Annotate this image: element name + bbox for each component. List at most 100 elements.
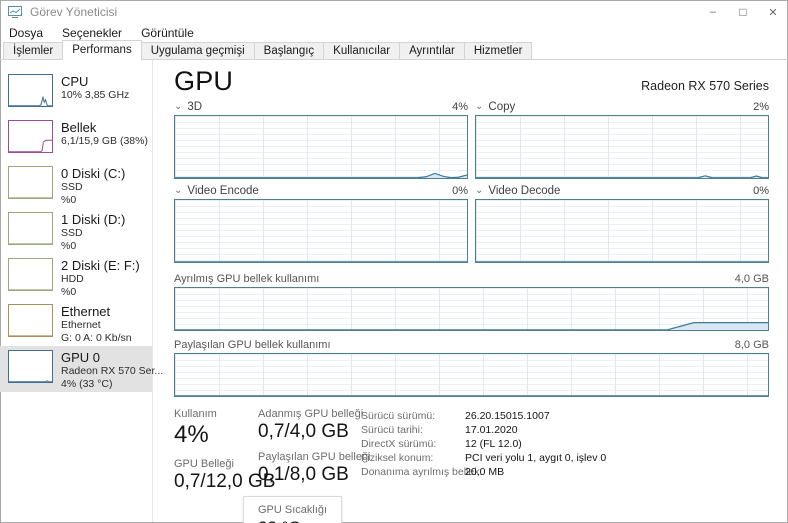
tab-ayrintilar[interactable]: Ayrıntılar: [399, 42, 465, 59]
ethernet-thumbnail: [8, 304, 53, 337]
sidebar-item-disk1[interactable]: 1 Diski (D:) SSD %0: [0, 208, 152, 254]
chart-copy-graph: [475, 115, 769, 179]
gpu-sparkline: [9, 381, 52, 382]
disk2-thumbnail: [8, 258, 53, 291]
cpu-thumbnail: [8, 74, 53, 107]
disk2-label: 2 Diski (E: F:): [61, 258, 140, 273]
minimize-icon[interactable]: –: [698, 0, 728, 24]
chevron-down-icon[interactable]: ⌄: [475, 102, 483, 112]
shared-memory-chart-label: Paylaşılan GPU bellek kullanımı: [174, 339, 331, 351]
sidebar-item-disk2[interactable]: 2 Diski (E: F:) HDD %0: [0, 254, 152, 300]
ethernet-name: Ethernet: [61, 319, 132, 332]
cpu-label: CPU: [61, 74, 129, 89]
tab-baslangic[interactable]: Başlangıç: [254, 42, 325, 59]
driver-version-value: 26.20.15015.1007: [465, 410, 550, 422]
gpu-temperature-box: GPU Sıcaklığı 33 °C: [243, 496, 342, 523]
title-bar: Görev Yöneticisi – □ ✕: [0, 0, 788, 24]
memory-label: Bellek: [61, 120, 148, 135]
memory-thumbnail: [8, 120, 53, 153]
task-manager-window: Görev Yöneticisi – □ ✕ Dosya Seçenekler …: [0, 0, 788, 523]
hardware-reserved-memory-value: 20,0 MB: [465, 466, 504, 478]
window-controls: – □ ✕: [698, 0, 788, 24]
memory-stats: 6,1/15,9 GB (38%): [61, 135, 148, 148]
disk1-label: 1 Diski (D:): [61, 212, 125, 227]
chevron-down-icon[interactable]: ⌄: [174, 102, 182, 112]
dedicated-memory-value: 0,7/4,0 GB: [258, 421, 361, 443]
tab-uygulama-gecmisi[interactable]: Uygulama geçmişi: [141, 42, 255, 59]
tab-performans[interactable]: Performans: [62, 40, 141, 60]
close-icon[interactable]: ✕: [758, 0, 788, 24]
dedicated-memory-chart-max: 4,0 GB: [735, 273, 769, 285]
tab-kullanicilar[interactable]: Kullanıcılar: [323, 42, 400, 59]
disk2-usage: %0: [61, 286, 140, 299]
chart-video-encode-value: 0%: [452, 185, 468, 197]
window-title: Görev Yöneticisi: [30, 5, 117, 19]
menu-item-secenekler[interactable]: Seçenekler: [62, 26, 122, 40]
detail-row: DirectX sürümü: 12 (FL 12.0): [361, 438, 769, 450]
shared-memory-label: Paylaşılan GPU belleği: [258, 451, 361, 463]
ethernet-label: Ethernet: [61, 304, 132, 319]
chart-dedicated-memory-graph: [174, 287, 769, 331]
ethernet-stats: G: 0 A: 0 Kb/sn: [61, 332, 132, 345]
disk0-usage: %0: [61, 194, 125, 207]
page-title: GPU: [174, 66, 233, 97]
driver-version-label: Sürücü sürümü:: [361, 410, 465, 422]
chart-video-encode-graph: [174, 199, 468, 263]
gpu-label: GPU 0: [61, 350, 163, 365]
detail-row: Sürücü tarihi: 17.01.2020: [361, 424, 769, 436]
detail-row: Donanıma ayrılmış bellek: 20,0 MB: [361, 466, 769, 478]
tab-hizmetler[interactable]: Hizmetler: [464, 42, 533, 59]
memory-sparkline: [9, 140, 52, 151]
chart-copy-label: Copy: [488, 101, 515, 113]
chart-copy-line: [476, 176, 768, 178]
gpu-stats: Kullanım 4% GPU Belleği 0,7/12,0 GB Adan…: [174, 408, 769, 523]
utilization-label: Kullanım: [174, 408, 258, 420]
chart-video-encode-label: Video Encode: [187, 185, 258, 197]
sidebar-item-gpu0[interactable]: GPU 0 Radeon RX 570 Ser... 4% (33 °C): [0, 346, 152, 392]
cpu-stats: 10% 3,85 GHz: [61, 89, 129, 102]
disk0-thumbnail: [8, 166, 53, 199]
chart-video-decode-value: 0%: [753, 185, 769, 197]
directx-version-label: DirectX sürümü:: [361, 438, 465, 450]
sidebar-item-ethernet[interactable]: Ethernet Ethernet G: 0 A: 0 Kb/sn: [0, 300, 152, 346]
physical-location-label: Fiziksel konum:: [361, 452, 465, 464]
dedicated-memory-chart-label: Ayrılmış GPU bellek kullanımı: [174, 273, 319, 285]
chart-3d-value: 4%: [452, 101, 468, 113]
menu-item-dosya[interactable]: Dosya: [9, 26, 43, 40]
maximize-icon[interactable]: □: [728, 0, 758, 24]
shared-memory-chart-max: 8,0 GB: [735, 339, 769, 351]
sidebar-item-bellek[interactable]: Bellek 6,1/15,9 GB (38%): [0, 116, 152, 162]
disk2-type: HDD: [61, 273, 140, 286]
utilization-value: 4%: [174, 421, 258, 449]
shared-memory-value: 0,1/8,0 GB: [258, 464, 361, 486]
chevron-down-icon[interactable]: ⌄: [475, 186, 483, 196]
chart-shared-memory-graph: [174, 353, 769, 397]
chart-3d-label: 3D: [187, 101, 202, 113]
hardware-reserved-memory-label: Donanıma ayrılmış bellek:: [361, 466, 465, 478]
chevron-down-icon[interactable]: ⌄: [174, 186, 182, 196]
chart-copy-value: 2%: [753, 101, 769, 113]
disk0-label: 0 Diski (C:): [61, 166, 125, 181]
gpu-temperature-value: 33 °C: [258, 518, 327, 523]
menu-item-goruntule[interactable]: Görüntüle: [141, 26, 194, 40]
gpu-memory-label: GPU Belleği: [174, 458, 258, 470]
gpu-memory-value: 0,7/12,0 GB: [174, 471, 258, 493]
chart-3d-line: [175, 173, 467, 177]
dedicated-memory-label: Adanmış GPU belleği: [258, 408, 361, 420]
tab-islemler[interactable]: İşlemler: [3, 42, 63, 59]
physical-location-value: PCI veri yolu 1, aygıt 0, işlev 0: [465, 452, 606, 464]
app-icon: [8, 5, 22, 19]
performance-sidebar: CPU 10% 3,85 GHz Bellek 6,1/15,9 GB (38%…: [0, 60, 153, 522]
tab-bar: İşlemler Performans Uygulama geçmişi Baş…: [0, 42, 788, 60]
gpu-stats: 4% (33 °C): [61, 378, 163, 391]
detail-row: Fiziksel konum: PCI veri yolu 1, aygıt 0…: [361, 452, 769, 464]
sidebar-item-disk0[interactable]: 0 Diski (C:) SSD %0: [0, 162, 152, 208]
gpu-device-short: Radeon RX 570 Ser...: [61, 365, 163, 378]
driver-date-label: Sürücü tarihi:: [361, 424, 465, 436]
performance-content: CPU 10% 3,85 GHz Bellek 6,1/15,9 GB (38%…: [0, 60, 788, 522]
driver-date-value: 17.01.2020: [465, 424, 518, 436]
sidebar-item-cpu[interactable]: CPU 10% 3,85 GHz: [0, 70, 152, 116]
gpu-device-name: Radeon RX 570 Series: [641, 79, 769, 93]
detail-row: Sürücü sürümü: 26.20.15015.1007: [361, 410, 769, 422]
gpu-temperature-label: GPU Sıcaklığı: [258, 504, 327, 516]
